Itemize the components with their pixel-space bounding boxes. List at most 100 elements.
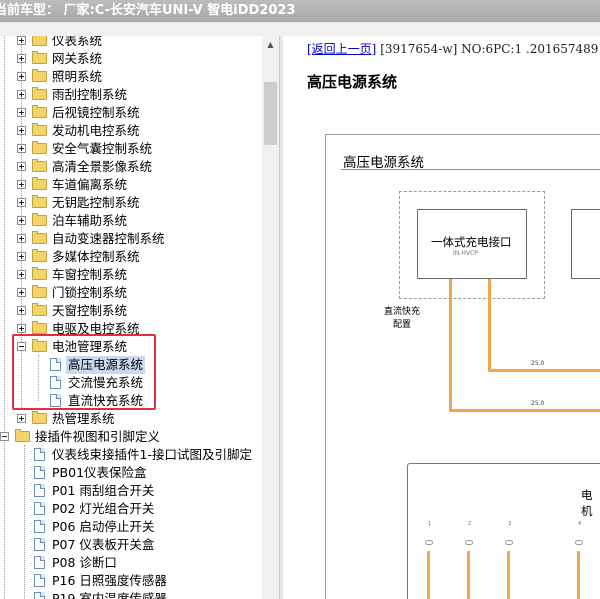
diagram-title: 高压电源系统 — [343, 155, 424, 171]
document-icon — [34, 592, 45, 599]
tree-item-label: P19 室内温度传感器 — [52, 591, 167, 599]
tree-document-item[interactable]: P16 日照强度传感器 — [0, 572, 262, 590]
expand-icon[interactable] — [17, 306, 26, 315]
tree-document-item[interactable]: P07 仪表板开关盒 — [0, 536, 262, 554]
expand-icon[interactable] — [17, 216, 26, 225]
tree-item-label: P07 仪表板开关盒 — [52, 537, 155, 552]
expand-icon[interactable] — [17, 126, 26, 135]
tree-folder-item[interactable]: 照明系统 — [0, 68, 262, 86]
folder-icon — [32, 141, 47, 154]
connector-pin — [465, 540, 473, 545]
folder-icon — [32, 267, 47, 280]
tree-document-item[interactable]: 仪表线束接插件1-接口试图及引脚定 — [0, 446, 262, 464]
tree-scrollbar[interactable]: ▲ — [262, 36, 279, 599]
tree-document-item[interactable]: PB01仪表保险盒 — [0, 464, 262, 482]
hv-wire — [449, 279, 452, 412]
tree-folder-item[interactable]: 安全气囊控制系统 — [0, 140, 262, 158]
collapse-icon[interactable] — [0, 432, 9, 441]
tree-item-label: 高清全景影像系统 — [52, 159, 153, 174]
wire-value: 25.0 — [531, 400, 545, 407]
expand-icon[interactable] — [17, 324, 26, 333]
expand-icon[interactable] — [17, 180, 26, 189]
tree-folder-item[interactable]: 高清全景影像系统 — [0, 158, 262, 176]
folder-icon — [32, 123, 47, 136]
expand-icon[interactable] — [17, 162, 26, 171]
second-component — [571, 209, 600, 279]
tree-folder-item[interactable]: 泊车辅助系统 — [0, 212, 262, 230]
tree-item-label: 泊车辅助系统 — [52, 213, 128, 228]
tree-folder-item[interactable]: 仪表系统 — [0, 36, 262, 50]
back-link[interactable]: [返回上一页] — [307, 42, 376, 56]
folder-icon — [32, 105, 47, 118]
expand-icon[interactable] — [17, 72, 26, 81]
tree-folder-item[interactable]: 多媒体控制系统 — [0, 248, 262, 266]
tree-item-label: 车道偏离系统 — [52, 177, 128, 192]
hv-wire — [488, 279, 491, 371]
folder-icon — [32, 411, 47, 424]
folder-icon — [32, 285, 47, 298]
document-icon — [34, 556, 45, 569]
expand-icon[interactable] — [17, 36, 26, 45]
tree-folder-item[interactable]: 车窗控制系统 — [0, 266, 262, 284]
tree-item-label: 无钥匙控制系统 — [52, 195, 140, 210]
connector-pin — [575, 540, 583, 545]
tree-folder-item[interactable]: 无钥匙控制系统 — [0, 194, 262, 212]
tree-document-item[interactable]: P02 灯光组合开关 — [0, 500, 262, 518]
tree-document-item[interactable]: P19 室内温度传感器 — [0, 590, 262, 599]
tree-item-label: P06 启动停止开关 — [52, 519, 155, 534]
tree-folder-item[interactable]: 后视镜控制系统 — [0, 104, 262, 122]
tree-item-label: 热管理系统 — [52, 411, 115, 426]
tree-folder-item[interactable]: 网关系统 — [0, 50, 262, 68]
document-icon — [34, 466, 45, 479]
document-icon — [34, 484, 45, 497]
window-title-bar: 当前车型： 厂家:C-长安汽车UNI-V 智电iDD2023 — [0, 0, 600, 22]
folder-icon — [32, 51, 47, 64]
tree-item-label: 发动机电控系统 — [52, 123, 140, 138]
wire-value: 25.0 — [531, 360, 545, 367]
document-icon — [34, 538, 45, 551]
tree-item-label: 自动变速器控制系统 — [52, 231, 165, 246]
expand-icon[interactable] — [17, 144, 26, 153]
toolbar-strip — [0, 22, 600, 36]
tree-document-item[interactable]: P01 雨刮组合开关 — [0, 482, 262, 500]
tree-item-label: PB01仪表保险盒 — [52, 465, 147, 480]
scroll-up-arrow-icon[interactable]: ▲ — [262, 36, 279, 53]
expand-icon[interactable] — [17, 252, 26, 261]
hv-wire — [467, 551, 470, 599]
tree-document-item[interactable]: P06 启动停止开关 — [0, 518, 262, 536]
tree-item-label: 网关系统 — [52, 51, 103, 66]
expand-icon[interactable] — [17, 90, 26, 99]
charging-port-code: IN-HVCP — [453, 250, 478, 257]
tree-folder-item[interactable]: 雨刮控制系统 — [0, 86, 262, 104]
expand-icon[interactable] — [17, 270, 26, 279]
expand-icon[interactable] — [17, 198, 26, 207]
tree-document-item[interactable]: P08 诊断口 — [0, 554, 262, 572]
system-tree: 仪表系统 网关系统照明系统 雨刮控制系统后视镜控制系统 发动机电控系统安全气囊控制系统… — [0, 36, 262, 599]
window-title: 当前车型： 厂家:C-长安汽车UNI-V 智电iDD2023 — [0, 3, 296, 18]
tree-item-label: 仪表线束接插件1-接口试图及引脚定 — [52, 447, 252, 462]
document-icon — [34, 448, 45, 461]
tree-folder-item[interactable]: 接插件视图和引脚定义 — [0, 428, 262, 446]
tree-folder-item[interactable]: 自动变速器控制系统 — [0, 230, 262, 248]
folder-icon — [32, 249, 47, 262]
hv-wire — [577, 551, 580, 599]
pin-label: 4 — [578, 521, 582, 527]
tree-folder-item[interactable]: 天窗控制系统 — [0, 302, 262, 320]
expand-icon[interactable] — [17, 108, 26, 117]
tree-item-label: P01 雨刮组合开关 — [52, 483, 155, 498]
expand-icon[interactable] — [17, 414, 26, 423]
expand-icon[interactable] — [17, 288, 26, 297]
tree-folder-item[interactable]: 车道偏离系统 — [0, 176, 262, 194]
document-header: [返回上一页] [3917654-w] NO:6PC:1 .2016574891… — [307, 40, 600, 57]
tree-folder-item[interactable]: 门锁控制系统 — [0, 284, 262, 302]
tree-item-label: 门锁控制系统 — [52, 285, 128, 300]
diagram-title-rule — [341, 169, 600, 170]
expand-icon[interactable] — [17, 54, 26, 63]
tree-folder-item[interactable]: 发动机电控系统 — [0, 122, 262, 140]
tree-folder-item[interactable]: 热管理系统 — [0, 410, 262, 428]
scroll-thumb[interactable] — [264, 82, 277, 145]
document-icon — [34, 502, 45, 515]
expand-icon[interactable] — [17, 234, 26, 243]
document-info: [3917654-w] NO:6PC:1 .2016574891-- — [376, 42, 600, 56]
tree-item-label: 雨刮控制系统 — [52, 87, 128, 102]
